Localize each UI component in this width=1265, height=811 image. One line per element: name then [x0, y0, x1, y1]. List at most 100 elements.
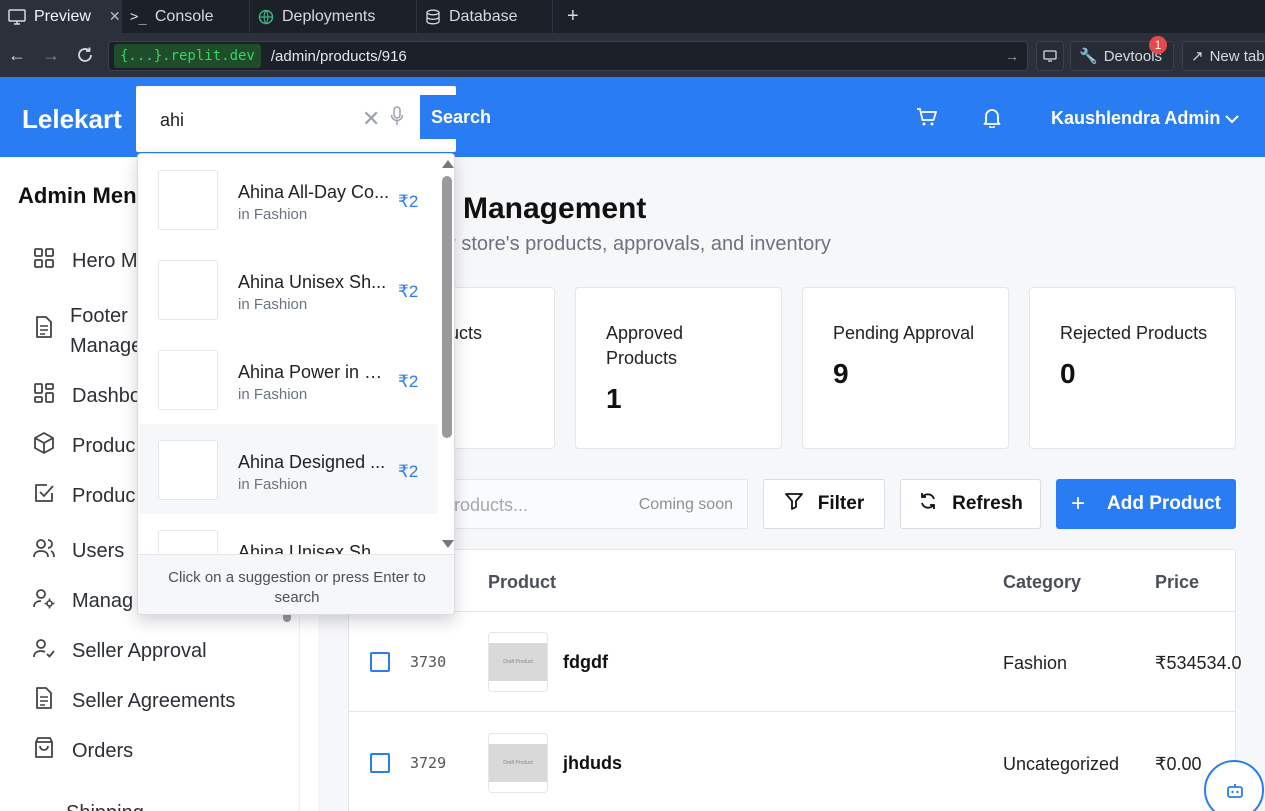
sidebar-item-footer[interactable]: Footer Manage: [32, 301, 142, 361]
grid-icon: [32, 381, 56, 411]
database-icon: [425, 9, 441, 25]
suggestion-price: ₹2: [398, 462, 419, 481]
grid-icon: [32, 246, 56, 276]
product-price: ₹534534.0: [1155, 653, 1242, 673]
sidebar-item-label: Users: [72, 539, 125, 562]
check-square-icon: [32, 481, 56, 511]
tab-database[interactable]: Database: [417, 0, 553, 33]
sidebar-item-products[interactable]: Produc: [32, 431, 135, 461]
back-arrow-icon[interactable]: ←: [0, 33, 34, 77]
stat-value: 9: [833, 358, 849, 389]
suggestion-item[interactable]: Ahina All-Day Co... in Fashion ₹2: [138, 154, 438, 244]
suggestion-item[interactable]: Ahina Power in E... in Fashion ₹2: [138, 334, 438, 424]
filter-label: Filter: [817, 493, 865, 514]
tab-deployments[interactable]: Deployments: [250, 0, 417, 33]
tab-preview[interactable]: Preview ✕: [0, 0, 122, 33]
stat-label: Pending Approval: [833, 323, 975, 343]
sidebar-item-seller-agreements[interactable]: Seller Agreements: [32, 686, 235, 716]
column-category[interactable]: Category: [1003, 572, 1081, 593]
suggestion-category: in Fashion: [238, 206, 308, 223]
column-price[interactable]: Price: [1155, 572, 1199, 593]
sidebar-item-dashboard[interactable]: Dashbo: [32, 381, 141, 411]
new-tab-label: New tab: [1209, 47, 1265, 65]
sidebar-item-label: Seller Agreements: [72, 689, 236, 712]
suggestion-item[interactable]: Ahina Unisex Sh...: [138, 514, 438, 554]
new-tab-button[interactable]: +: [553, 0, 593, 33]
sidebar-item-seller-approval[interactable]: Seller Approval: [32, 636, 207, 666]
table-row[interactable]: 3729 Draft Product jhduds Uncategorized …: [349, 713, 1235, 811]
thumbnail-caption: Draft Product: [489, 744, 547, 782]
suggestion-list: Ahina All-Day Co... in Fashion ₹2 Ahina …: [138, 154, 438, 554]
close-icon[interactable]: ✕: [109, 8, 121, 25]
url-host: {...}.replit.dev: [114, 44, 261, 68]
search-input[interactable]: [160, 108, 350, 132]
terminal-icon: >_: [130, 8, 147, 25]
chevron-down-icon[interactable]: [1224, 111, 1240, 129]
notification-badge: 1: [1149, 36, 1167, 54]
address-bar[interactable]: {...}.replit.dev /admin/products/916 →: [108, 41, 1028, 71]
sidebar-item-manage[interactable]: Manag: [32, 586, 133, 616]
product-name[interactable]: jhduds: [563, 753, 622, 774]
suggestion-item[interactable]: Ahina Unisex Sh... in Fashion ₹2: [138, 244, 438, 334]
devtools-button[interactable]: 🔧 Devtools 1: [1070, 36, 1174, 71]
stat-card-approved: Approved Products 1: [575, 287, 782, 449]
stat-card-pending: Pending Approval 9: [802, 287, 1009, 449]
scroll-down-arrow-icon[interactable]: [442, 540, 454, 548]
microphone-icon[interactable]: [390, 106, 404, 131]
tab-label: Database: [449, 7, 518, 25]
suggestion-scrollbar[interactable]: [440, 154, 454, 554]
scrollbar-thumb[interactable]: [442, 176, 452, 438]
add-product-button[interactable]: + Add Product: [1056, 479, 1236, 529]
product-name[interactable]: fdgdf: [563, 652, 608, 673]
search-button[interactable]: Search: [420, 95, 502, 139]
bell-icon[interactable]: [982, 107, 1002, 133]
tab-console[interactable]: >_ Console: [122, 0, 250, 33]
clear-icon[interactable]: ✕: [362, 106, 380, 132]
add-product-label: Add Product: [1107, 493, 1221, 514]
users-icon: [32, 536, 56, 566]
go-arrow-icon[interactable]: →: [1005, 48, 1019, 64]
suggestion-image: [158, 350, 218, 410]
row-checkbox[interactable]: [370, 753, 390, 773]
forward-arrow-icon[interactable]: →: [34, 33, 68, 77]
suggestion-image: [158, 260, 218, 320]
brand-logo[interactable]: Lelekart: [22, 104, 122, 135]
sidebar-item-label: Dashbo: [72, 384, 141, 407]
sidebar-item-product-approval[interactable]: Produc: [32, 481, 135, 511]
user-menu[interactable]: Kaushlendra Admin: [1051, 108, 1220, 129]
sidebar-item-shipping[interactable]: Shipping: [32, 790, 144, 811]
search-placeholder: roducts...: [454, 495, 529, 515]
suggestion-item[interactable]: Ahina Designed ... in Fashion ₹2: [138, 424, 438, 514]
sidebar-item-label: Produc: [72, 484, 136, 507]
cart-icon[interactable]: [916, 107, 938, 132]
suggestion-category: in Fashion: [238, 476, 308, 493]
table-row[interactable]: 3730 Draft Product fdgdf Fashion ₹534534…: [349, 612, 1242, 712]
sidebar-item-orders[interactable]: Orders: [32, 736, 133, 766]
row-checkbox[interactable]: [370, 652, 390, 672]
wrench-icon: 🔧: [1079, 48, 1098, 65]
row-id: 3729: [410, 754, 447, 772]
suggestion-price: ₹2: [398, 192, 419, 211]
sidebar-item-label: Produc: [72, 434, 136, 457]
user-check-icon: [32, 636, 56, 666]
search-suggestions-dropdown: Ahina All-Day Co... in Fashion ₹2 Ahina …: [137, 153, 455, 615]
suggestion-image: [158, 530, 218, 554]
suggestion-image: [158, 170, 218, 230]
reload-icon[interactable]: [68, 33, 102, 77]
sidebar-item-users[interactable]: Users: [32, 536, 124, 566]
refresh-button[interactable]: Refresh: [900, 479, 1041, 529]
stat-card-rejected: Rejected Products 0: [1029, 287, 1236, 449]
table-header: Product Category Price: [349, 550, 1235, 612]
sidebar-item-hero[interactable]: Hero M: [32, 246, 138, 276]
filter-button[interactable]: Filter: [763, 479, 885, 529]
products-table: Product Category Price 3730 Draft Produc…: [348, 549, 1242, 811]
product-category: Fashion: [1003, 653, 1068, 673]
scroll-up-arrow-icon[interactable]: [442, 160, 454, 168]
new-tab-link-button[interactable]: ↗ New tab: [1182, 41, 1265, 71]
suggestion-category: in Fashion: [238, 386, 308, 403]
column-product[interactable]: Product: [488, 572, 556, 593]
search-box: ✕: [136, 86, 456, 152]
sidebar-item-label: Orders: [72, 739, 134, 762]
screen-icon[interactable]: [1036, 41, 1064, 71]
chatbot-button[interactable]: [1204, 760, 1264, 811]
